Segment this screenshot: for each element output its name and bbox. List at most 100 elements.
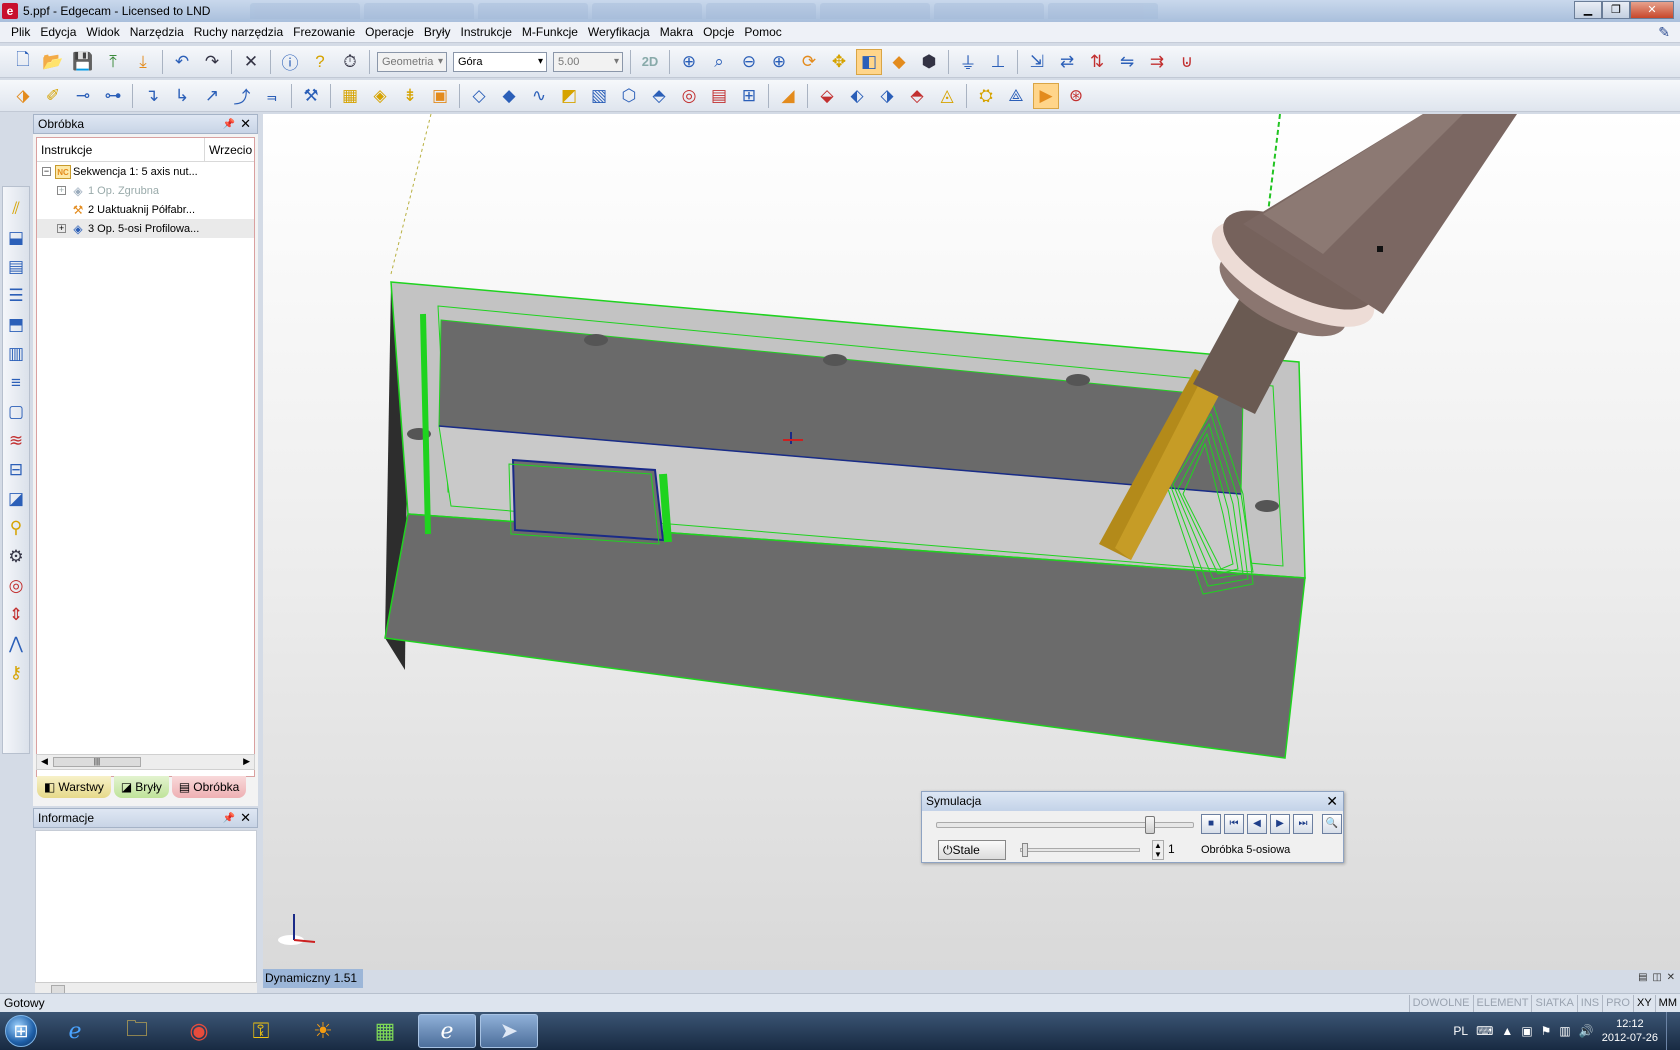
query-icon[interactable]: ? xyxy=(307,49,333,75)
internet-explorer-icon[interactable]: ℯ xyxy=(46,1014,104,1048)
operation-6-icon[interactable]: ⬡ xyxy=(616,83,642,109)
fast-forward-icon[interactable]: ⏭ xyxy=(1293,814,1313,834)
tray-expand-icon[interactable]: ▲ xyxy=(1501,1024,1513,1038)
simulation-active-icon[interactable]: ▶ xyxy=(1033,82,1059,109)
simulation-position-slider[interactable] xyxy=(1145,816,1156,834)
rapid-move-icon[interactable]: ↴ xyxy=(139,83,165,109)
menu-narzedzia[interactable]: Narzędzia xyxy=(125,25,189,39)
measure-icon[interactable]: ⏱ xyxy=(337,49,363,75)
tab-obrobka[interactable]: ▤ Obróbka xyxy=(171,776,247,798)
cpl-icon[interactable]: ⏚ xyxy=(955,49,981,75)
transform-icon[interactable]: ⇅ xyxy=(1084,49,1110,75)
datum-icon[interactable]: ⇲ xyxy=(1024,49,1050,75)
start-button[interactable]: ⊞ xyxy=(0,1012,42,1050)
menu-instrukcje[interactable]: Instrukcje xyxy=(456,25,517,39)
operation-13-icon[interactable]: ⬖ xyxy=(844,83,870,109)
minimize-button[interactable]: ▁ xyxy=(1574,1,1602,19)
pin-icon[interactable]: 📌 xyxy=(223,813,235,824)
menu-makra[interactable]: Makra xyxy=(655,25,698,39)
new-file-icon[interactable]: 🗋 xyxy=(10,49,36,75)
stop-icon[interactable]: ■ xyxy=(1201,814,1221,834)
menu-ruchy-narzedzia[interactable]: Ruchy narzędzia xyxy=(189,25,288,39)
operation-2-icon[interactable]: ◆ xyxy=(496,83,522,109)
roughing-cycle-icon[interactable]: ▦ xyxy=(337,83,363,109)
menu-weryfikacja[interactable]: Weryfikacja xyxy=(583,25,655,39)
pan-icon[interactable]: ✥ xyxy=(826,49,852,75)
file-explorer-icon[interactable]: 🗀 xyxy=(108,1014,166,1048)
sun-icon[interactable]: ☀ xyxy=(294,1014,352,1048)
mirror-icon[interactable]: ⇋ xyxy=(1114,49,1140,75)
speed-slider[interactable] xyxy=(1022,843,1028,857)
operation-7-icon[interactable]: ⬘ xyxy=(646,83,672,109)
speed-track[interactable] xyxy=(1020,848,1140,852)
info-icon[interactable]: ⓘ xyxy=(277,49,303,75)
clock[interactable]: 12:12 2012-07-26 xyxy=(1602,1017,1658,1045)
render-icon[interactable]: ⬢ xyxy=(916,49,942,75)
mode-2d-button[interactable]: 2D xyxy=(637,49,663,75)
operation-10-icon[interactable]: ⊞ xyxy=(736,83,762,109)
operation-11-icon[interactable]: ◢ xyxy=(775,83,801,109)
scroll-right-icon[interactable]: ▶ xyxy=(243,756,250,767)
open-folder-icon[interactable]: 📂 xyxy=(40,49,66,75)
five-axis-cycle-icon[interactable]: ◪ xyxy=(4,485,28,513)
value-combo[interactable]: 5.00 xyxy=(553,51,623,72)
thread-icon[interactable]: ◎ xyxy=(4,572,28,600)
menu-plik[interactable]: Plik xyxy=(6,25,35,39)
network-icon[interactable]: ▥ xyxy=(1559,1024,1570,1038)
simulation-position-track[interactable] xyxy=(936,822,1194,828)
flag-xy[interactable]: XY xyxy=(1632,995,1655,1012)
flag-element[interactable]: ELEMENT xyxy=(1472,995,1532,1012)
stock-view-icon[interactable]: ◆ xyxy=(886,49,912,75)
pin-icon[interactable]: 📌 xyxy=(223,119,235,130)
mill-tool-icon[interactable]: ⫽ xyxy=(4,195,28,223)
menu-operacje[interactable]: Operacje xyxy=(360,25,419,39)
zoom-icon[interactable]: 🔍 xyxy=(1322,814,1342,834)
collision-check-icon[interactable]: ⊛ xyxy=(1063,83,1089,109)
waterline-icon[interactable]: ☰ xyxy=(4,282,28,310)
tool-icon[interactable]: ✐ xyxy=(40,83,66,109)
import-icon[interactable]: ⤒ xyxy=(100,49,126,75)
close-icon[interactable]: ✕ xyxy=(1326,792,1338,811)
close-button[interactable]: ✕ xyxy=(1630,1,1674,19)
close-icon[interactable]: ✕ xyxy=(240,810,251,826)
horizontal-scrollbar[interactable]: ◀ ||| ▶ xyxy=(36,754,255,770)
delete-icon[interactable]: ✕ xyxy=(238,49,264,75)
hatch-icon[interactable]: ≋ xyxy=(4,427,28,455)
contour-icon[interactable]: ▢ xyxy=(4,398,28,426)
column-instructions[interactable]: Instrukcje xyxy=(37,138,205,161)
viewport-controls[interactable]: ▤ ◫ ✕ xyxy=(1638,972,1676,983)
menu-widok[interactable]: Widok xyxy=(81,25,124,39)
tree-item-sequence[interactable]: − NC Sekwencja 1: 5 axis nut... xyxy=(37,162,254,181)
key-icon[interactable]: ⚿ xyxy=(232,1014,290,1048)
menu-edycja[interactable]: Edycja xyxy=(35,25,81,39)
menu-pomoc[interactable]: Pomoc xyxy=(739,25,786,39)
speed-mode-button[interactable]: ⏻Stale xyxy=(938,840,1006,860)
flag-pro[interactable]: PRO xyxy=(1602,995,1633,1012)
array-icon[interactable]: ⇉ xyxy=(1144,49,1170,75)
flag-mm[interactable]: MM xyxy=(1654,995,1680,1012)
rotate-view-icon[interactable]: ⟳ xyxy=(796,49,822,75)
flag-ins[interactable]: INS xyxy=(1576,995,1602,1012)
maximize-button[interactable]: ❐ xyxy=(1602,1,1630,19)
expand-icon[interactable]: + xyxy=(57,186,66,195)
move-icon[interactable]: ⇄ xyxy=(1054,49,1080,75)
operation-8-icon[interactable]: ◎ xyxy=(676,83,702,109)
play-icon[interactable]: ▶ xyxy=(1270,814,1290,834)
spinner-arrows-icon[interactable]: ▲ ▼ xyxy=(1152,840,1164,860)
show-desktop-button[interactable] xyxy=(1666,1012,1680,1050)
arrow-app-icon[interactable]: ➤ xyxy=(480,1014,538,1048)
operation-16-icon[interactable]: ◬ xyxy=(934,83,960,109)
wrench-icon[interactable]: ⚷ xyxy=(4,659,28,687)
simulate-icon[interactable]: ⛭ xyxy=(973,83,999,109)
bore-icon[interactable]: ⇕ xyxy=(4,601,28,629)
probe-icon[interactable]: ⋀ xyxy=(4,630,28,658)
line-cut-icon[interactable]: ⊸ xyxy=(70,83,96,109)
step-spinner[interactable]: ▲ ▼ 1 xyxy=(1152,840,1190,860)
tab-warstwy[interactable]: ◧ Warstwy xyxy=(37,776,111,798)
language-indicator[interactable]: PL xyxy=(1453,1024,1468,1038)
keyboard-icon[interactable]: ⌨ xyxy=(1476,1024,1493,1038)
zoom-window-icon[interactable]: ⊕ xyxy=(676,49,702,75)
face-mill-icon[interactable]: ⬓ xyxy=(4,224,28,252)
flow-icon[interactable]: ⊟ xyxy=(4,456,28,484)
column-spindle[interactable]: Wrzecio xyxy=(205,138,252,161)
